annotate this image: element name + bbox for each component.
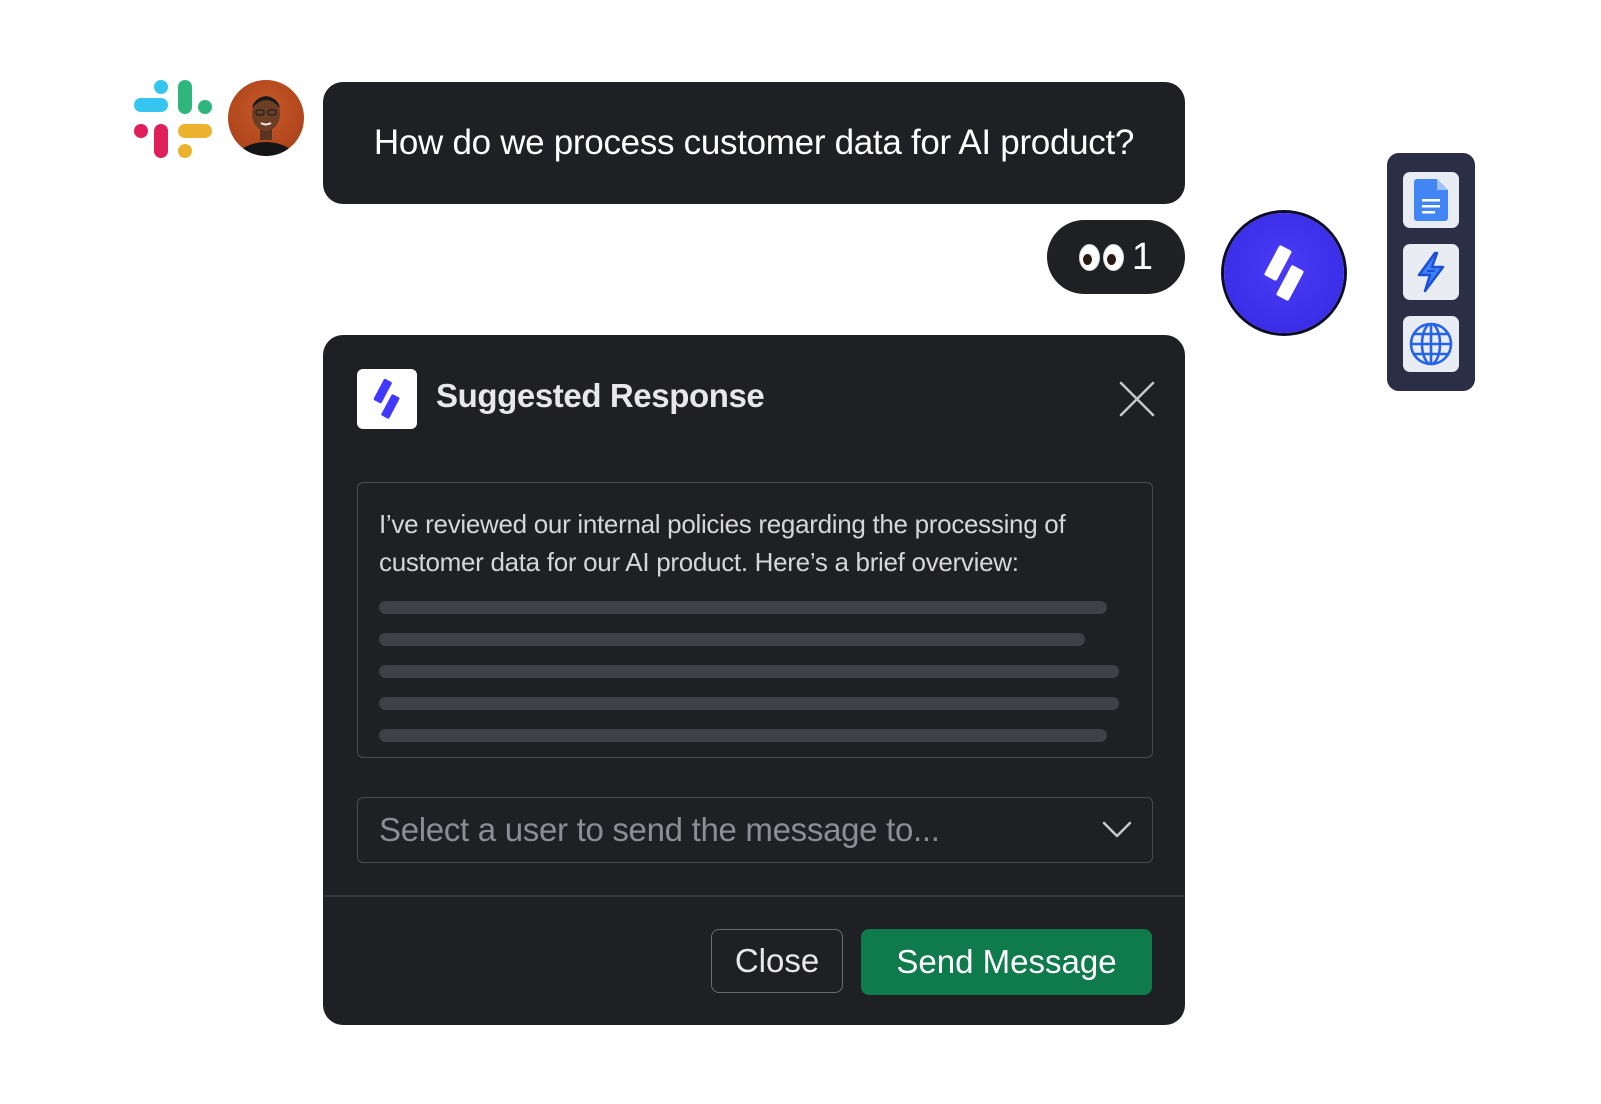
close-button[interactable]: Close: [711, 929, 843, 993]
question-message: How do we process customer data for AI p…: [323, 82, 1185, 204]
agent-avatar[interactable]: [1224, 213, 1344, 333]
card-title: Suggested Response: [436, 377, 765, 414]
eyes-emoji-icon: [1078, 243, 1124, 271]
response-textbox[interactable]: I’ve reviewed our internal policies rega…: [357, 482, 1153, 758]
globe-icon[interactable]: [1403, 316, 1459, 372]
send-message-button[interactable]: Send Message: [861, 929, 1152, 995]
placeholder-line: [379, 697, 1119, 710]
eyes-reaction-button[interactable]: 1: [1047, 220, 1185, 294]
placeholder-line: [379, 601, 1107, 614]
question-text: How do we process customer data for AI p…: [373, 123, 1135, 162]
user-select-dropdown[interactable]: Select a user to send the message to...: [357, 797, 1153, 863]
response-text: I’ve reviewed our internal policies rega…: [379, 509, 1066, 577]
slack-logo-icon: [134, 80, 212, 158]
user-select-placeholder: Select a user to send the message to...: [379, 811, 940, 848]
zap-icon[interactable]: [1403, 244, 1459, 300]
agent-logo-icon: [357, 369, 417, 429]
suggested-response-card: Suggested Response I’ve reviewed our int…: [323, 335, 1185, 1025]
close-icon[interactable]: [1117, 379, 1157, 419]
tools-panel: [1387, 153, 1475, 391]
agent-logo-icon: [1264, 245, 1304, 301]
placeholder-line: [379, 665, 1119, 678]
chevron-down-icon: [1102, 821, 1132, 838]
placeholder-line: [379, 729, 1107, 742]
google-docs-icon[interactable]: [1403, 172, 1459, 228]
avatar: [228, 80, 304, 156]
placeholder-line: [379, 633, 1085, 646]
card-divider: [323, 895, 1185, 897]
reaction-count: 1: [1131, 235, 1154, 278]
